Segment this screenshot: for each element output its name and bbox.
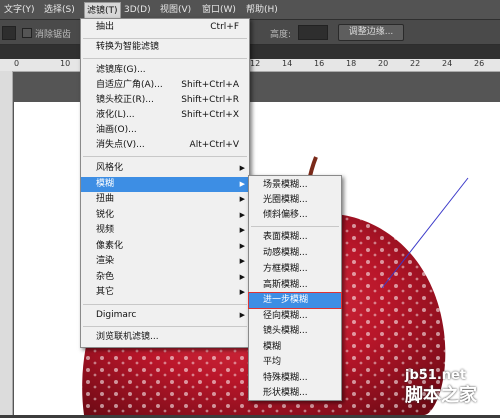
ruler-number: 10: [60, 59, 71, 68]
submenu-item-shape-blur[interactable]: 形状模糊...: [249, 386, 341, 401]
menu-item-video[interactable]: 视频 ▶: [81, 223, 249, 238]
submenu-item-blur[interactable]: 模糊: [249, 340, 341, 355]
submenu-arrow-icon: ▶: [239, 257, 245, 265]
submenu-item-lens-blur[interactable]: 镜头模糊...: [249, 324, 341, 339]
submenu-arrow-icon: ▶: [239, 242, 245, 250]
ruler-number: 22: [410, 59, 421, 68]
menu-item-liquify[interactable]: 液化(L)... Shift+Ctrl+X: [81, 108, 249, 123]
height-label: 高度:: [270, 30, 292, 40]
menu-item-sharpen[interactable]: 锐化 ▶: [81, 208, 249, 223]
menu-3d[interactable]: 3D(D): [124, 3, 151, 17]
menu-help[interactable]: 帮助(H): [246, 3, 278, 17]
submenu-item-box-blur[interactable]: 方框模糊...: [249, 262, 341, 277]
submenu-arrow-icon: ▶: [239, 180, 245, 188]
antialias-checkbox[interactable]: [22, 28, 32, 38]
submenu-item-blur-more[interactable]: 进一步模糊: [248, 292, 342, 309]
ruler-number: 0: [14, 59, 20, 68]
submenu-arrow-icon: ▶: [239, 226, 245, 234]
antialias-label: 消除锯齿: [35, 30, 72, 40]
menu-item-oil-paint[interactable]: 油画(O)...: [81, 123, 249, 138]
menu-item-convert-smart-filter[interactable]: 转换为智能滤镜: [81, 40, 249, 55]
menu-item-distort[interactable]: 扭曲 ▶: [81, 192, 249, 207]
submenu-arrow-icon: ▶: [239, 211, 245, 219]
blur-submenu: 场景模糊... 光圈模糊... 倾斜偏移... 表面模糊... 动感模糊... …: [248, 175, 342, 401]
menu-item-noise[interactable]: 杂色 ▶: [81, 270, 249, 285]
height-field[interactable]: [298, 25, 328, 40]
refine-edge-button[interactable]: 调整边缘...: [338, 24, 404, 41]
menu-item-adaptive-wide-angle[interactable]: 自适应广角(A)... Shift+Ctrl+A: [81, 78, 249, 93]
submenu-item-iris-blur[interactable]: 光圈模糊...: [249, 193, 341, 208]
submenu-item-average[interactable]: 平均: [249, 355, 341, 370]
menu-item-lens-correction[interactable]: 镜头校正(R)... Shift+Ctrl+R: [81, 93, 249, 108]
submenu-item-surface-blur[interactable]: 表面模糊...: [249, 230, 341, 245]
watermark-name: 脚本之家: [405, 385, 477, 406]
submenu-arrow-icon: ▶: [239, 273, 245, 281]
submenu-arrow-icon: ▶: [239, 164, 245, 172]
submenu-arrow-icon: ▶: [239, 195, 245, 203]
menu-item-filter-gallery[interactable]: 滤镜库(G)...: [81, 63, 249, 78]
submenu-item-radial-blur[interactable]: 径向模糊...: [249, 309, 341, 324]
feather-field[interactable]: [2, 26, 16, 40]
ruler-number: 16: [314, 59, 325, 68]
ruler-number: 20: [378, 59, 389, 68]
menu-separator: [83, 38, 247, 39]
menu-item-pixelate[interactable]: 像素化 ▶: [81, 239, 249, 254]
menu-separator: [83, 58, 247, 59]
watermark: jb51.net 脚本之家: [405, 368, 477, 407]
vertical-ruler: [0, 71, 13, 415]
submenu-item-gaussian-blur[interactable]: 高斯模糊...: [249, 278, 341, 293]
document-tab-strip: [0, 45, 500, 59]
menu-view[interactable]: 视图(V): [160, 3, 191, 17]
ruler-number: 24: [442, 59, 453, 68]
submenu-item-tilt-shift[interactable]: 倾斜偏移...: [249, 208, 341, 223]
menu-item-digimarc[interactable]: Digimarc ▶: [81, 308, 249, 323]
menu-window[interactable]: 窗口(W): [202, 3, 236, 17]
submenu-item-motion-blur[interactable]: 动感模糊...: [249, 246, 341, 261]
menu-item-extract[interactable]: 抽出 Ctrl+F: [81, 20, 249, 35]
menu-separator: [251, 226, 339, 227]
options-bar: 消除锯齿 高度: 调整边缘...: [0, 20, 500, 45]
menu-bar: 文字(Y) 选择(S) 滤镜(T) 3D(D) 视图(V) 窗口(W) 帮助(H…: [0, 0, 500, 20]
menu-type[interactable]: 文字(Y): [4, 3, 35, 17]
submenu-item-field-blur[interactable]: 场景模糊...: [249, 178, 341, 193]
menu-item-stylize[interactable]: 风格化 ▶: [81, 161, 249, 176]
menu-select[interactable]: 选择(S): [44, 3, 75, 17]
submenu-arrow-icon: ▶: [239, 311, 245, 319]
filter-menu: 抽出 Ctrl+F 转换为智能滤镜 滤镜库(G)... 自适应广角(A)... Sh…: [80, 18, 250, 348]
menu-item-blur[interactable]: 模糊 ▶: [81, 177, 249, 192]
submenu-arrow-icon: ▶: [239, 288, 245, 296]
ruler-number: 12: [250, 59, 261, 68]
ruler-number: 18: [346, 59, 357, 68]
horizontal-ruler: 0 10 12 14 16 18 20 22 24 26: [0, 59, 500, 72]
menu-item-browse-online-filters[interactable]: 浏览联机滤镜...: [81, 330, 249, 345]
ruler-number: 26: [474, 59, 485, 68]
menu-separator: [83, 156, 247, 157]
submenu-item-smart-blur[interactable]: 特殊模糊...: [249, 371, 341, 386]
menu-item-vanishing-point[interactable]: 消失点(V)... Alt+Ctrl+V: [81, 138, 249, 153]
menu-item-other[interactable]: 其它 ▶: [81, 285, 249, 300]
ruler-number: 14: [282, 59, 293, 68]
menu-separator: [83, 326, 247, 327]
menu-separator: [83, 304, 247, 305]
menu-item-render[interactable]: 渲染 ▶: [81, 254, 249, 269]
